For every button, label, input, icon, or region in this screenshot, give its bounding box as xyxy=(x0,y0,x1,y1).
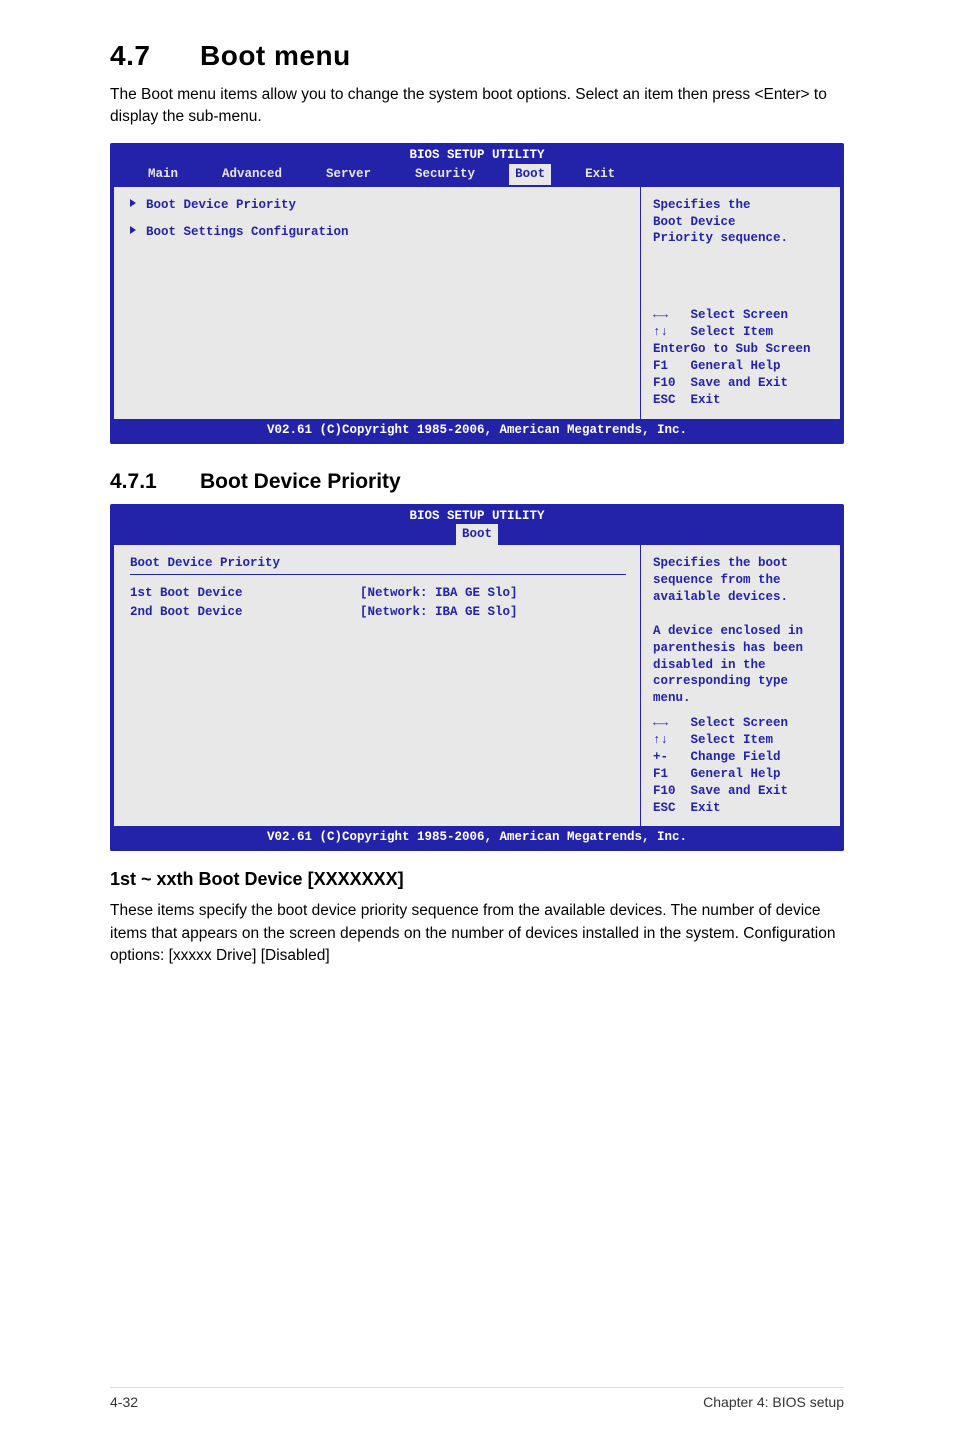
menu-item-label: Boot Device Priority xyxy=(146,198,296,212)
bios-body: Boot Device Priority Boot Settings Confi… xyxy=(114,187,840,419)
bios-right-panel: Specifies the boot sequence from the ava… xyxy=(640,545,840,826)
config-item-body: These items specify the boot device prio… xyxy=(110,900,844,967)
bios-header: BIOS SETUP UTILITY xyxy=(110,504,844,525)
tab-boot[interactable]: Boot xyxy=(509,164,551,185)
menu-item-boot-settings-config[interactable]: Boot Settings Configuration xyxy=(130,224,626,241)
section-title-text: Boot menu xyxy=(200,40,351,71)
field-label: 1st Boot Device xyxy=(130,585,360,602)
subsection-heading: 4.7.1Boot Device Priority xyxy=(110,470,844,494)
subsection-title-text: Boot Device Priority xyxy=(200,470,401,493)
bios-left-panel: Boot Device Priority Boot Settings Confi… xyxy=(114,187,640,419)
section-intro: The Boot menu items allow you to change … xyxy=(110,84,844,129)
tab-server[interactable]: Server xyxy=(316,164,381,185)
help-text: Specifies the boot sequence from the ava… xyxy=(653,555,830,707)
bios-footer: V02.61 (C)Copyright 1985-2006, American … xyxy=(110,826,844,851)
menu-item-label: Boot Settings Configuration xyxy=(146,225,349,239)
config-item-heading: 1st ~ xxth Boot Device [XXXXXXX] xyxy=(110,869,844,890)
page-footer: 4-32 Chapter 4: BIOS setup xyxy=(110,1387,844,1410)
field-label: 2nd Boot Device xyxy=(130,604,360,621)
bios-tab-bar: Main Advanced Server Security Boot Exit xyxy=(110,164,844,187)
first-boot-device-row[interactable]: 1st Boot Device [Network: IBA GE Slo] xyxy=(130,585,626,602)
bios-body: Boot Device Priority 1st Boot Device [Ne… xyxy=(114,545,840,826)
chapter-label: Chapter 4: BIOS setup xyxy=(703,1394,844,1410)
field-value: [Network: IBA GE Slo] xyxy=(360,585,518,602)
bios-header: BIOS SETUP UTILITY xyxy=(110,143,844,164)
bios-right-panel: Specifies the Boot Device Priority seque… xyxy=(640,187,840,419)
subsection-number: 4.7.1 xyxy=(110,470,200,494)
submenu-triangle-icon xyxy=(130,199,136,207)
nav-help: ←→ Select Screen ↑↓ Select Item +- Chang… xyxy=(653,715,830,816)
nav-help: ←→ Select Screen ↑↓ Select Item EnterGo … xyxy=(653,307,830,408)
tab-main[interactable]: Main xyxy=(138,164,188,185)
menu-item-boot-device-priority[interactable]: Boot Device Priority xyxy=(130,197,626,214)
bios-left-panel: Boot Device Priority 1st Boot Device [Ne… xyxy=(114,545,640,826)
tab-boot[interactable]: Boot xyxy=(456,524,498,545)
page-number: 4-32 xyxy=(110,1394,138,1410)
bios-footer: V02.61 (C)Copyright 1985-2006, American … xyxy=(110,419,844,444)
tab-advanced[interactable]: Advanced xyxy=(212,164,292,185)
section-heading: 4.7Boot menu xyxy=(110,40,844,72)
bios-screenshot-boot-menu: BIOS SETUP UTILITY Main Advanced Server … xyxy=(110,143,844,444)
tab-exit[interactable]: Exit xyxy=(575,164,625,185)
field-value: [Network: IBA GE Slo] xyxy=(360,604,518,621)
section-number: 4.7 xyxy=(110,40,200,72)
submenu-triangle-icon xyxy=(130,226,136,234)
document-page: 4.7Boot menu The Boot menu items allow y… xyxy=(0,0,954,1438)
help-text: Specifies the Boot Device Priority seque… xyxy=(653,197,830,248)
second-boot-device-row[interactable]: 2nd Boot Device [Network: IBA GE Slo] xyxy=(130,604,626,621)
panel-divider xyxy=(130,574,626,575)
bios-tab-bar-single: Boot xyxy=(110,524,844,545)
panel-title: Boot Device Priority xyxy=(130,555,626,572)
tab-security[interactable]: Security xyxy=(405,164,485,185)
bios-screenshot-boot-device-priority: BIOS SETUP UTILITY Boot Boot Device Prio… xyxy=(110,504,844,852)
